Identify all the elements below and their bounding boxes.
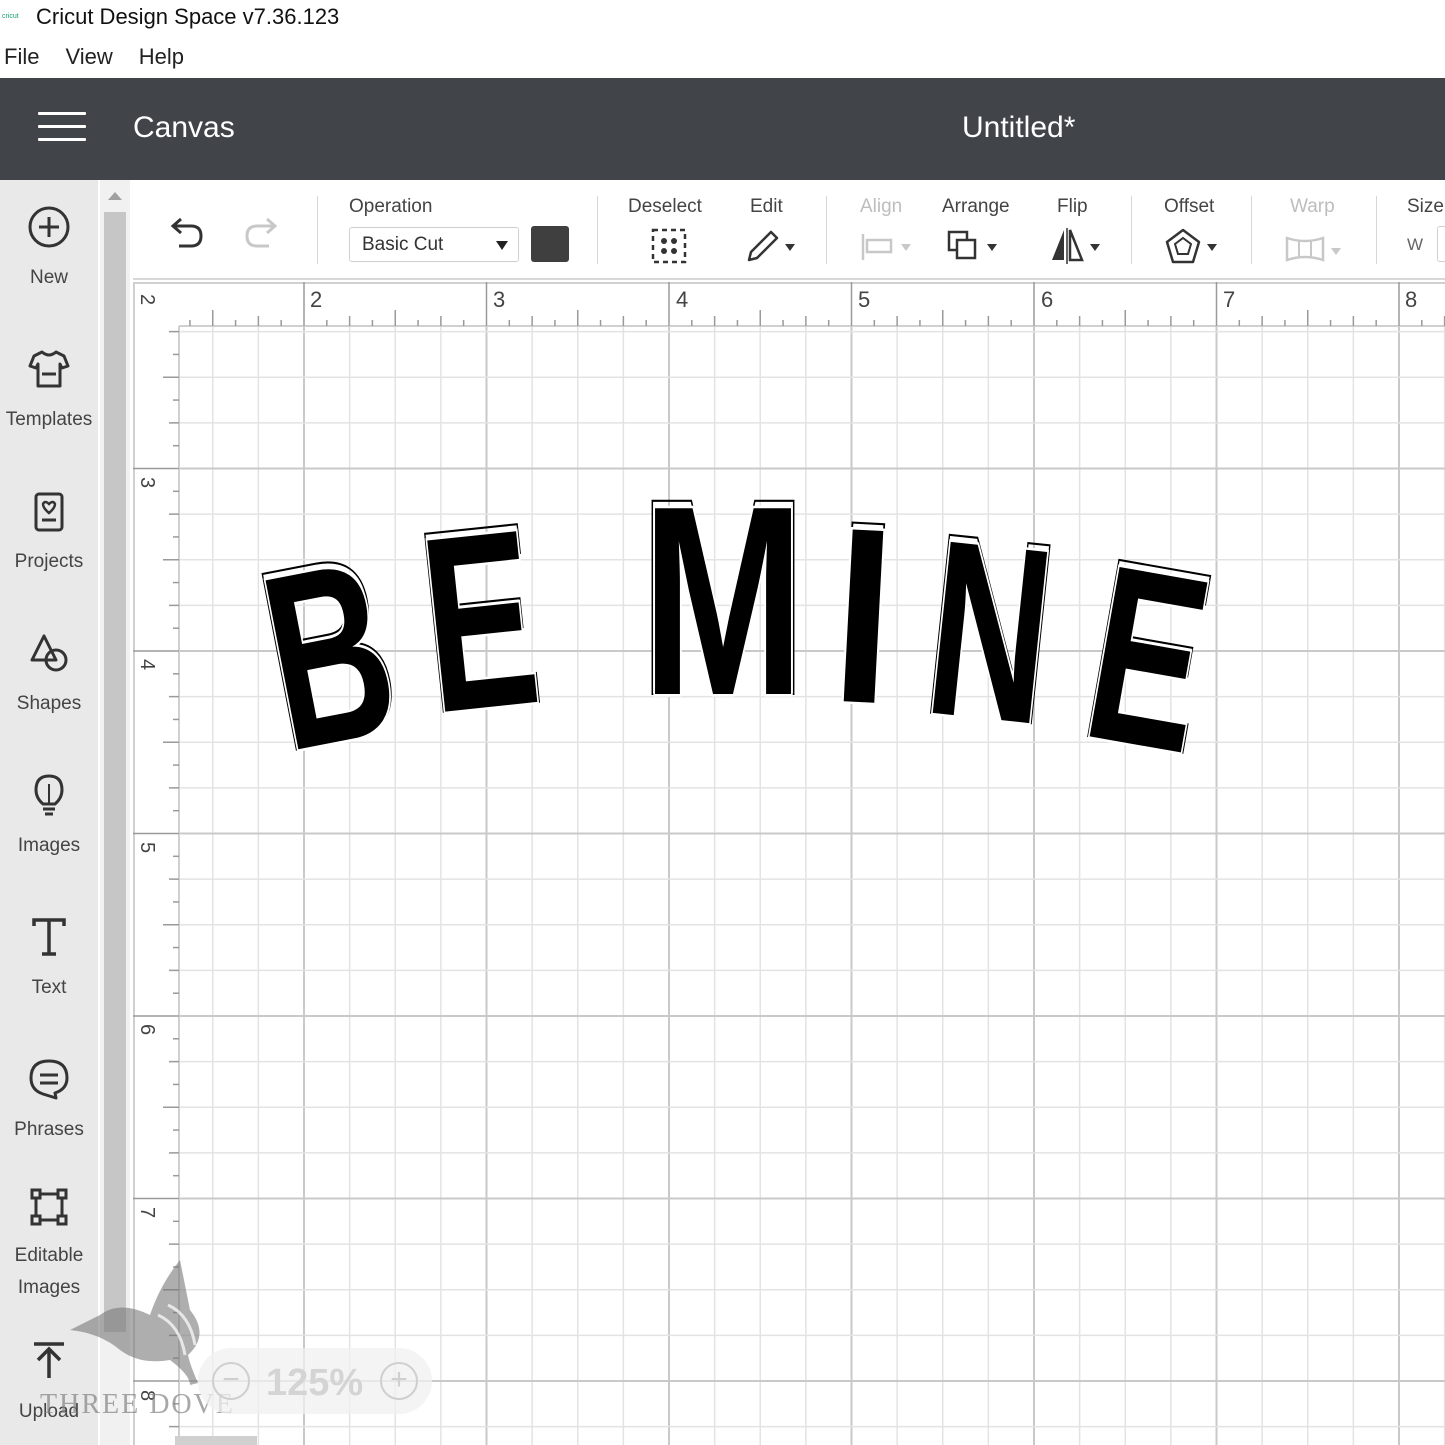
sidebar-item-label: Projects xyxy=(14,551,84,572)
ruler-top-number: 7 xyxy=(1223,287,1235,312)
ruler-left-number: 5 xyxy=(136,842,158,853)
toolbar-divider xyxy=(826,196,827,264)
top-ruler xyxy=(133,282,1445,326)
flip-label: Flip xyxy=(1057,196,1088,217)
tshirt-icon xyxy=(28,350,70,388)
sidebar-item-label: New xyxy=(29,267,68,288)
menu-view[interactable]: View xyxy=(65,44,112,70)
section-title: Canvas xyxy=(133,111,235,144)
edit-label: Edit xyxy=(750,196,783,217)
warp-label: Warp xyxy=(1290,196,1335,217)
ruler-left-number: 2 xyxy=(136,294,158,305)
sidebar-item-shapes[interactable]: Shapes xyxy=(0,630,98,720)
toolbar-divider xyxy=(317,196,318,264)
flip-icon[interactable] xyxy=(1048,226,1106,266)
menu-bar: File View Help xyxy=(0,40,206,74)
undo-icon[interactable] xyxy=(165,214,207,254)
deselect-label: Deselect xyxy=(628,196,702,217)
sidebar-item-templates[interactable]: Templates xyxy=(0,346,98,436)
ruler-top-number: 2 xyxy=(310,287,322,312)
sidebar-item-label: Text xyxy=(31,977,67,998)
ruler-top-number: 8 xyxy=(1405,287,1417,312)
toolbar-divider xyxy=(597,196,598,264)
arrange-icon[interactable] xyxy=(945,226,1003,266)
zoom-level: 125% xyxy=(266,1362,364,1404)
design-letter[interactable]: M xyxy=(640,447,806,753)
size-label: Size xyxy=(1407,196,1444,217)
document-title: Untitled* xyxy=(962,111,1076,144)
ruler-left-number: 3 xyxy=(136,477,158,488)
window-title: Cricut Design Space v7.36.123 xyxy=(36,4,340,29)
zoom-out-button[interactable]: − xyxy=(212,1362,250,1400)
design-letters[interactable]: BBEE MM II NN EE xyxy=(240,439,1231,809)
operation-label: Operation xyxy=(349,196,433,217)
cricut-app-icon: cricut xyxy=(2,13,19,20)
width-label: W xyxy=(1407,235,1424,254)
app-header: Canvas Untitled* xyxy=(0,78,1445,180)
scroll-up-arrow-icon[interactable] xyxy=(108,192,122,200)
ruler-top-number: 4 xyxy=(676,287,688,312)
lightbulb-icon xyxy=(34,774,64,816)
ruler-left-number: 4 xyxy=(136,659,158,670)
redo-icon[interactable] xyxy=(241,214,283,254)
arrange-label: Arrange xyxy=(942,196,1010,217)
sidebar-item-label: Templates xyxy=(5,409,93,430)
chevron-down-icon xyxy=(496,241,508,250)
operation-select[interactable]: Basic Cut xyxy=(349,227,519,262)
offset-icon[interactable] xyxy=(1163,226,1221,266)
toolbar-divider xyxy=(1251,196,1252,264)
sidebar-scrollbar-thumb[interactable] xyxy=(104,212,126,1332)
ruler-left-number: 7 xyxy=(136,1207,158,1218)
ruler-left-number: 6 xyxy=(136,1024,158,1035)
sidebar-item-label: Images xyxy=(17,835,81,856)
speech-bubble-icon xyxy=(29,1059,69,1100)
zoom-in-button[interactable]: + xyxy=(380,1362,418,1400)
edit-toolbar: Operation Basic Cut Deselect Edit Align … xyxy=(133,180,1445,280)
design-letter[interactable]: E xyxy=(1068,509,1229,808)
zoom-control: − 125% + xyxy=(198,1348,432,1414)
ruler-top-number: 3 xyxy=(493,287,505,312)
sidebar-item-new[interactable]: New xyxy=(0,204,98,294)
align-label: Align xyxy=(860,196,903,217)
offset-label: Offset xyxy=(1164,196,1215,217)
pencil-icon[interactable] xyxy=(743,226,801,266)
deselect-icon[interactable] xyxy=(649,226,689,266)
menu-file[interactable]: File xyxy=(4,44,39,70)
design-canvas[interactable]: 2 3 4 5 6 7 8 2 3 4 5 6 7 8 BBEEMMIINNEE xyxy=(133,282,1445,1445)
canvas-grid[interactable]: 2 3 4 5 6 7 8 2 3 4 5 6 7 8 BBEE MM II NN EE xyxy=(133,282,1445,1445)
ruler-top-number: 6 xyxy=(1041,287,1053,312)
warp-icon xyxy=(1285,236,1341,262)
title-bar: cricut Cricut Design Space v7.36.123 xyxy=(0,0,1445,34)
color-swatch[interactable] xyxy=(531,226,569,262)
grid-lines xyxy=(179,326,1445,1445)
app-window: cricut Cricut Design Space v7.36.123 Fil… xyxy=(0,0,1445,1445)
toolbar-divider xyxy=(1131,196,1132,264)
sidebar-item-images[interactable]: Images xyxy=(0,772,98,862)
design-letter[interactable]: B xyxy=(242,504,416,805)
ruler-top-number: 5 xyxy=(858,287,870,312)
hamburger-menu-icon[interactable] xyxy=(38,112,86,144)
sidebar-item-label: Shapes xyxy=(16,693,82,714)
align-icon xyxy=(861,234,911,260)
design-letter[interactable]: E xyxy=(409,474,552,768)
operation-value: Basic Cut xyxy=(362,234,444,255)
menu-help[interactable]: Help xyxy=(139,44,184,70)
width-input[interactable] xyxy=(1437,226,1445,262)
sidebar-item-label: Phrases xyxy=(14,1119,84,1140)
canvas-horizontal-scrollbar[interactable] xyxy=(175,1436,257,1445)
plus-circle-icon xyxy=(28,206,70,248)
toolbar-divider xyxy=(1376,196,1377,264)
project-icon xyxy=(34,492,64,532)
sidebar-item-text[interactable]: Text xyxy=(0,914,98,1004)
sidebar-item-projects[interactable]: Projects xyxy=(0,488,98,578)
editable-images-icon xyxy=(30,1188,68,1226)
sidebar-item-phrases[interactable]: Phrases xyxy=(0,1056,98,1146)
text-icon xyxy=(32,918,66,956)
shapes-icon xyxy=(30,634,68,672)
